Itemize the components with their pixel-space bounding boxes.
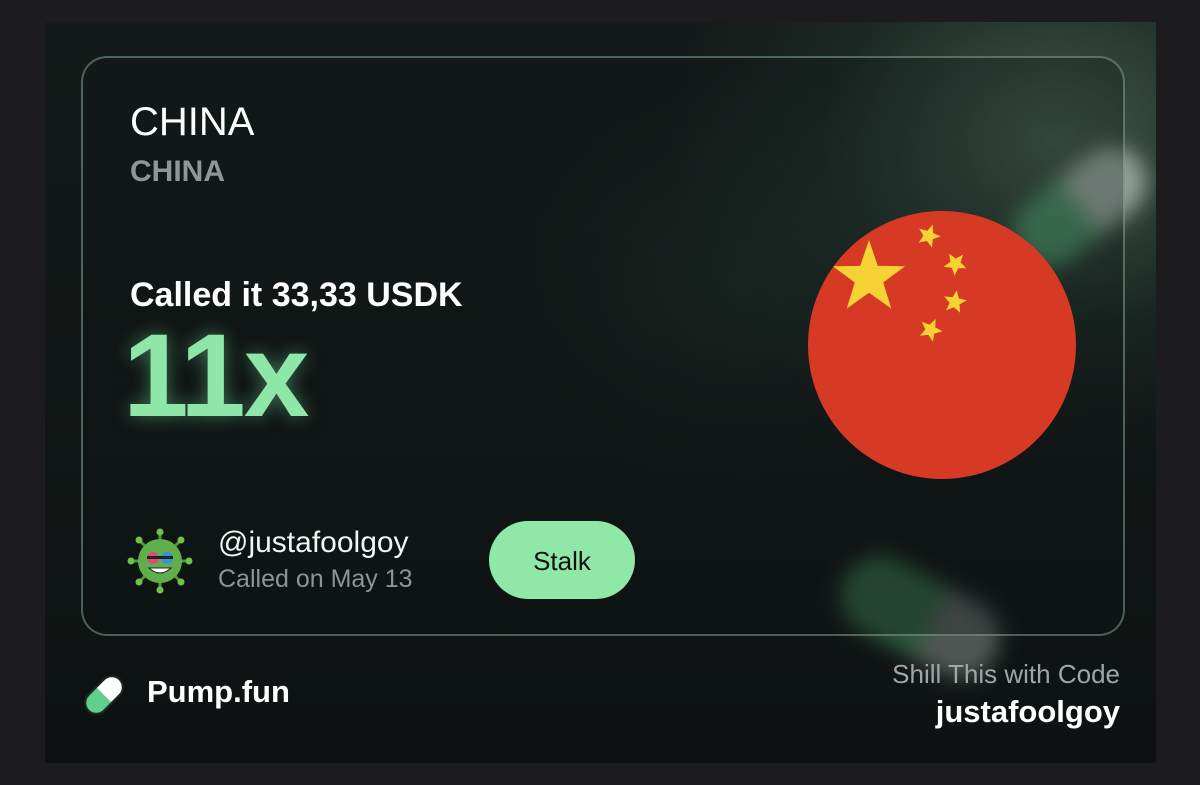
pill-icon <box>84 675 124 715</box>
shill-code: justafoolgoy <box>935 694 1120 729</box>
brand-name: Pump.fun <box>147 674 290 709</box>
share-card-frame: CHINA CHINA Called it 33,33 USDK 11x @ju… <box>45 22 1156 763</box>
china-flag-icon <box>808 211 1076 479</box>
called-date: Called on May 13 <box>218 565 413 593</box>
shill-label: Shill This with Code <box>892 659 1120 689</box>
call-card: CHINA CHINA Called it 33,33 USDK 11x @ju… <box>81 56 1125 636</box>
stalk-button[interactable]: Stalk <box>489 521 635 599</box>
token-ticker: CHINA <box>130 155 225 188</box>
virus-avatar-icon <box>127 528 193 594</box>
token-name: CHINA <box>130 100 255 144</box>
multiplier-value: 11x <box>123 310 309 442</box>
username[interactable]: @justafoolgoy <box>218 526 409 560</box>
